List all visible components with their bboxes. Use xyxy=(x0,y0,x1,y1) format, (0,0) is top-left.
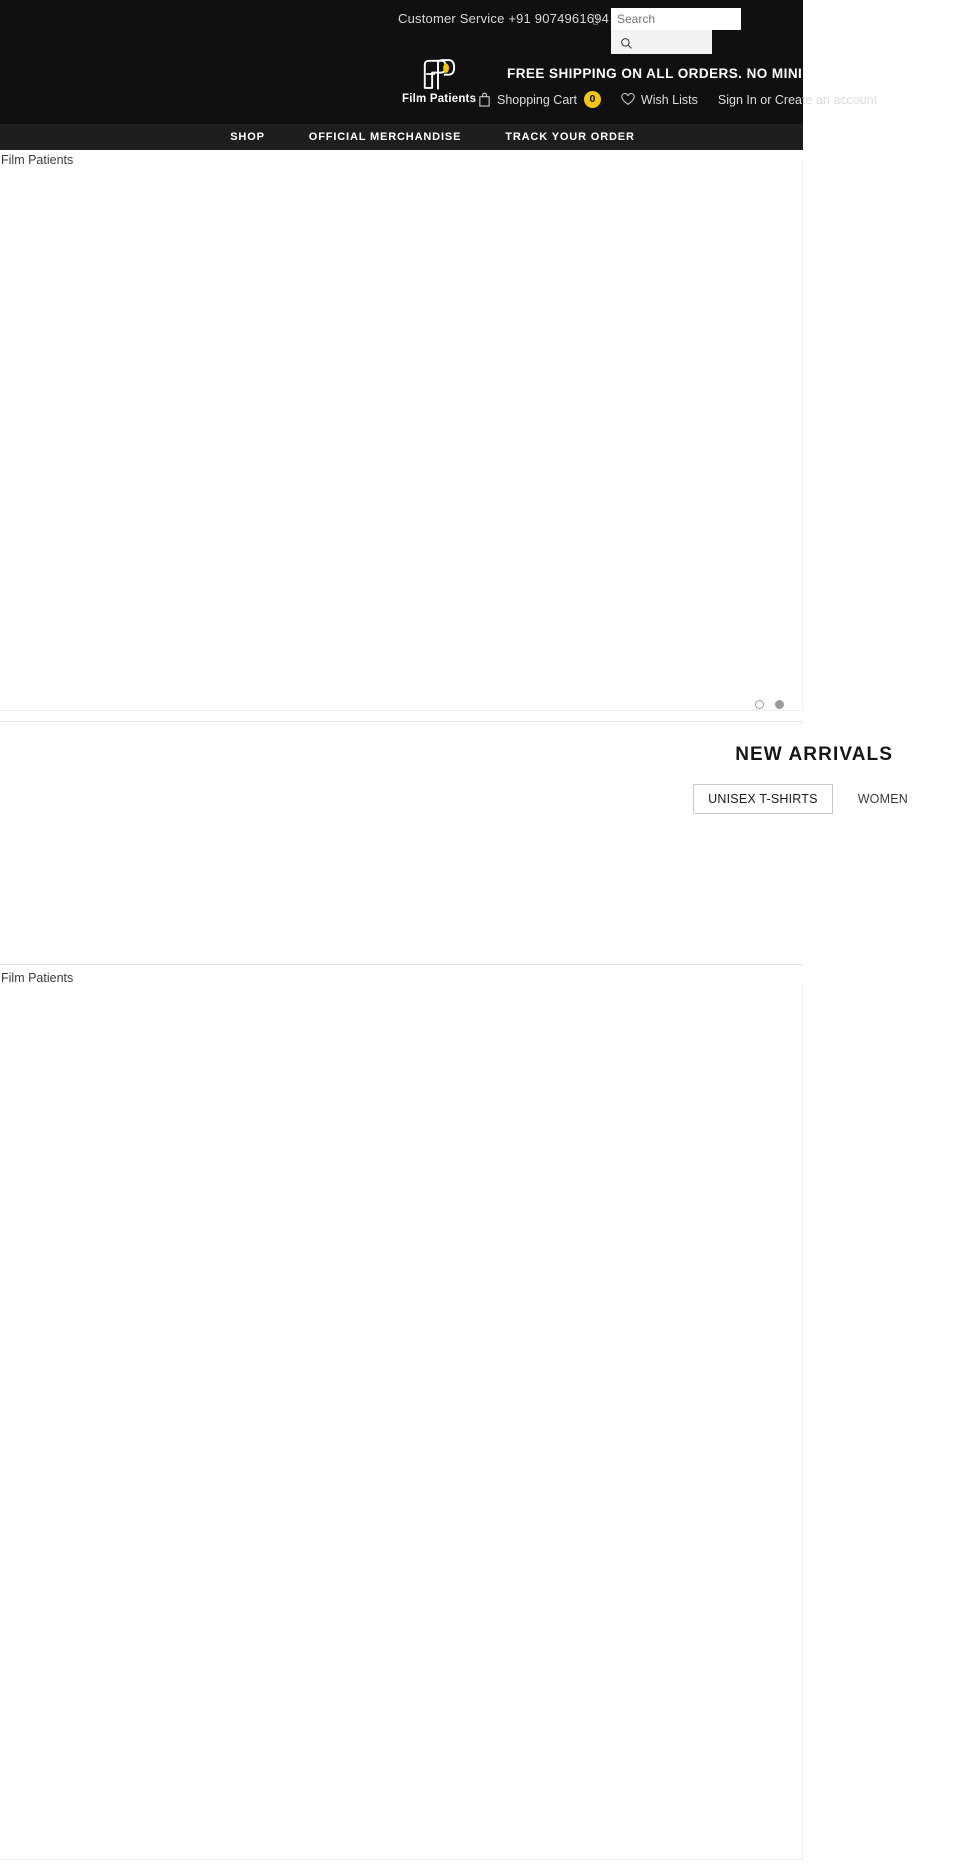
product-grid xyxy=(0,814,803,964)
category-tabs: UNISEX T-SHIRTS WOMEN xyxy=(0,784,923,814)
secondary-banner-alt-text: Film Patients xyxy=(1,971,74,985)
nav-item-official-merchandise[interactable]: OFFICIAL MERCHANDISE xyxy=(309,131,461,143)
nav-item-track-your-order[interactable]: TRACK YOUR ORDER xyxy=(505,131,635,143)
brand-logo[interactable]: Film Patients xyxy=(402,57,477,105)
search-icon xyxy=(621,38,632,49)
main-navigation: SHOP OFFICIAL MERCHANDISE TRACK YOUR ORD… xyxy=(0,124,803,150)
sign-in-link[interactable]: Sign In xyxy=(718,93,757,107)
tab-unisex-t-shirts[interactable]: UNISEX T-SHIRTS xyxy=(693,784,833,814)
fp-monogram-icon xyxy=(423,59,456,90)
cart-count-badge: 0 xyxy=(583,91,601,108)
wish-lists-label: Wish Lists xyxy=(640,92,698,107)
new-arrivals-title: NEW ARRIVALS xyxy=(735,744,893,765)
hero-image-frame xyxy=(0,161,803,711)
brand-name-text: Film Patients xyxy=(402,93,477,105)
new-arrivals-section: NEW ARRIVALS UNISEX T-SHIRTS WOMEN xyxy=(0,722,908,964)
auth-links: Sign In or Create an account xyxy=(718,93,877,107)
search-area xyxy=(611,8,741,54)
utility-links: Shopping Cart 0 Wish Lists Sign In or Cr… xyxy=(478,91,877,108)
top-header: Customer Service +91 9074961694 ▯ Film P… xyxy=(0,0,919,124)
hero-carousel: Film Patients xyxy=(0,150,803,722)
customer-service-text: Customer Service +91 9074961694 xyxy=(398,11,610,26)
secondary-banner: Film Patients xyxy=(0,964,803,1860)
carousel-dot-2[interactable] xyxy=(775,700,784,709)
auth-or-text: or xyxy=(760,92,772,107)
carousel-dot-1[interactable] xyxy=(755,700,764,709)
search-submit-button[interactable] xyxy=(611,30,712,54)
search-input[interactable] xyxy=(611,8,741,30)
heart-icon xyxy=(621,93,635,106)
shopping-bag-icon xyxy=(478,92,491,107)
secondary-banner-frame xyxy=(0,985,803,1860)
phone-icon: ▯ xyxy=(592,11,600,26)
create-account-link[interactable]: Create an account xyxy=(775,93,877,107)
shopping-cart-label: Shopping Cart xyxy=(497,92,577,107)
wish-lists-link[interactable]: Wish Lists xyxy=(621,93,698,107)
nav-item-shop[interactable]: SHOP xyxy=(230,131,265,143)
carousel-dots xyxy=(744,700,784,709)
page-root: Customer Service +91 9074961694 ▯ Film P… xyxy=(0,0,960,1860)
tab-women[interactable]: WOMEN xyxy=(843,784,923,814)
promo-banner-text: FREE SHIPPING ON ALL ORDERS. NO MINIMUM … xyxy=(507,66,920,81)
shopping-cart-link[interactable]: Shopping Cart 0 xyxy=(478,91,601,108)
